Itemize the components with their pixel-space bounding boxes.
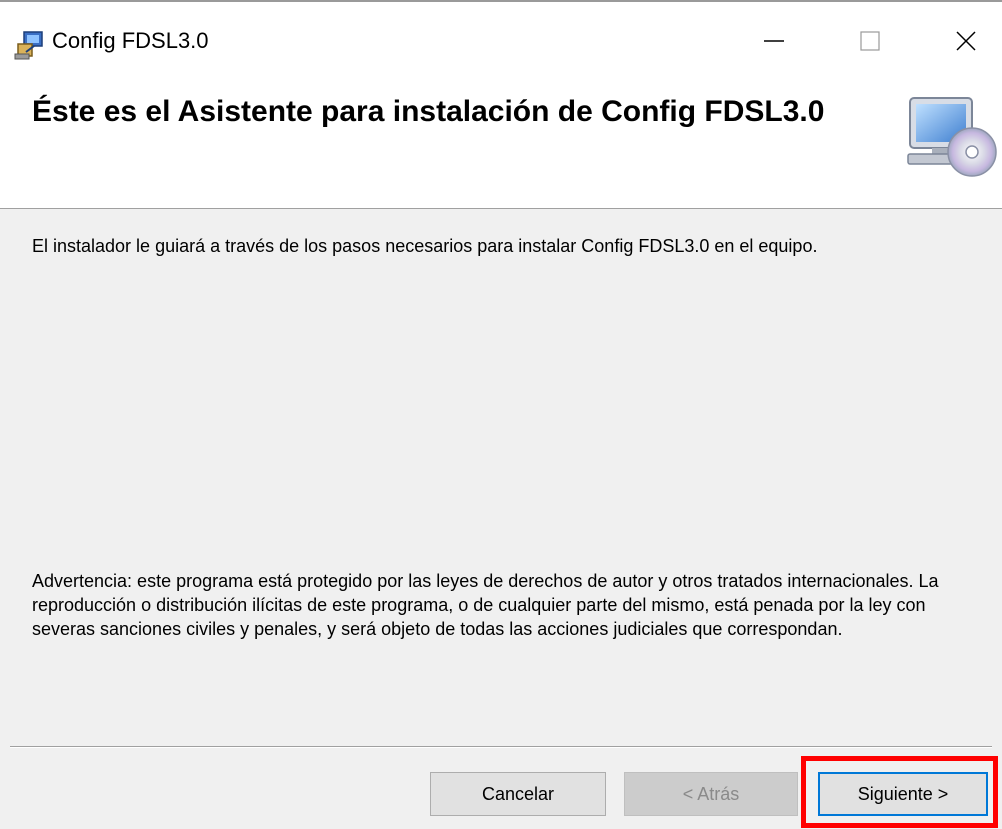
installer-window: Config FDSL3.0 Éste es el Asistente para… (0, 0, 1002, 829)
window-title: Config FDSL3.0 (52, 28, 209, 53)
minimize-button[interactable] (744, 18, 804, 68)
copyright-warning: Advertencia: este programa está protegid… (32, 571, 939, 639)
computer-cd-icon (902, 88, 998, 184)
back-button[interactable]: < Atrás (624, 772, 798, 816)
close-button[interactable] (936, 18, 996, 68)
title-bar[interactable]: Config FDSL3.0 (0, 2, 1002, 74)
header-banner: Éste es el Asistente para instalación de… (0, 74, 1002, 209)
maximize-icon (858, 29, 882, 58)
footer-divider (10, 746, 992, 748)
cancel-button[interactable]: Cancelar (430, 772, 606, 816)
next-button[interactable]: Siguiente > (818, 772, 988, 816)
maximize-button[interactable] (840, 18, 900, 68)
intro-text: El instalador le guiará a través de los … (32, 236, 818, 256)
close-icon (954, 29, 978, 58)
installer-icon (12, 28, 46, 62)
minimize-icon (762, 29, 786, 58)
page-title: Éste es el Asistente para instalación de… (32, 95, 825, 128)
